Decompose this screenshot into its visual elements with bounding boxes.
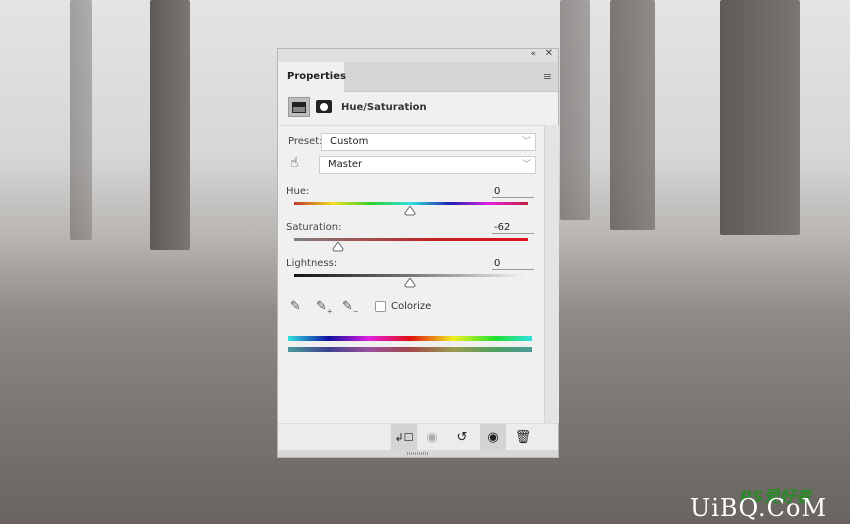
colorize-label: Colorize [391,301,432,312]
trash-icon[interactable]: 🗑 [510,424,536,450]
properties-panel: « ✕ Properties ≡ Hue/Saturation Preset: … [277,48,559,458]
background-tree [560,0,590,220]
channel-value: Master [328,159,363,170]
preset-label: Preset: [288,136,323,147]
panel-footer-toolbar: ↲☐ ◉ ↺ ◉ 🗑 [278,423,558,450]
eyedropper-subtract-icon[interactable]: ✎− [342,299,359,316]
lightness-label: Lightness: [286,258,338,269]
input-color-ramp [288,336,532,341]
tab-properties[interactable]: Properties [278,62,346,92]
background-tree [150,0,190,250]
mask-icon-button[interactable] [316,100,332,113]
eyedropper-add-icon[interactable]: ✎+ [316,299,333,316]
background-tree [70,0,92,240]
reset-icon[interactable]: ↺ [449,424,475,450]
lightness-slider-thumb[interactable] [404,278,416,288]
divider [278,125,544,126]
clip-to-layer-icon[interactable]: ↲☐ [391,424,417,450]
watermark-site: UiBQ.CoM [690,494,828,522]
resize-bar[interactable] [278,450,558,457]
preset-select[interactable]: Custom ﹀ [321,133,536,151]
hue-label: Hue: [286,186,310,197]
view-previous-state-icon[interactable]: ◉ [419,424,445,450]
adjustment-title: Hue/Saturation [341,102,427,113]
chevron-down-icon: ﹀ [521,160,531,170]
saturation-label: Saturation: [286,222,342,233]
hue-saturation-icon [292,101,306,113]
hue-slider-thumb[interactable] [404,206,416,216]
saturation-slider-thumb[interactable] [332,242,344,252]
hamburger-menu-icon[interactable]: ≡ [543,70,552,83]
chevron-down-icon: ﹀ [521,137,531,147]
panel-title-strip: « ✕ [278,48,558,62]
tab-row: Properties ≡ [278,62,558,92]
targeted-adjustment-hand-icon[interactable]: ☝ [290,155,299,171]
channel-select[interactable]: Master ﹀ [319,156,536,174]
lightness-slider-track[interactable] [294,274,528,277]
background-tree [720,0,800,235]
double-chevron-left-icon[interactable]: « [530,49,536,59]
scrollbar[interactable] [544,125,559,423]
resize-grip-icon[interactable] [407,452,429,455]
background-tree [610,0,655,230]
eyedropper-icon[interactable]: ✎ [290,299,301,314]
preset-value: Custom [330,136,369,147]
close-icon[interactable]: ✕ [545,48,553,59]
mask-icon [320,102,328,111]
saturation-input[interactable]: -62 [492,222,534,234]
visibility-eye-icon[interactable]: ◉ [480,424,506,450]
hue-slider-track[interactable] [294,202,528,205]
saturation-slider-track[interactable] [294,238,528,241]
adjustment-icon-button[interactable] [288,97,310,117]
colorize-checkbox[interactable] [375,301,386,312]
output-color-ramp [288,347,532,352]
hue-input[interactable]: 0 [492,186,534,198]
lightness-input[interactable]: 0 [492,258,534,270]
